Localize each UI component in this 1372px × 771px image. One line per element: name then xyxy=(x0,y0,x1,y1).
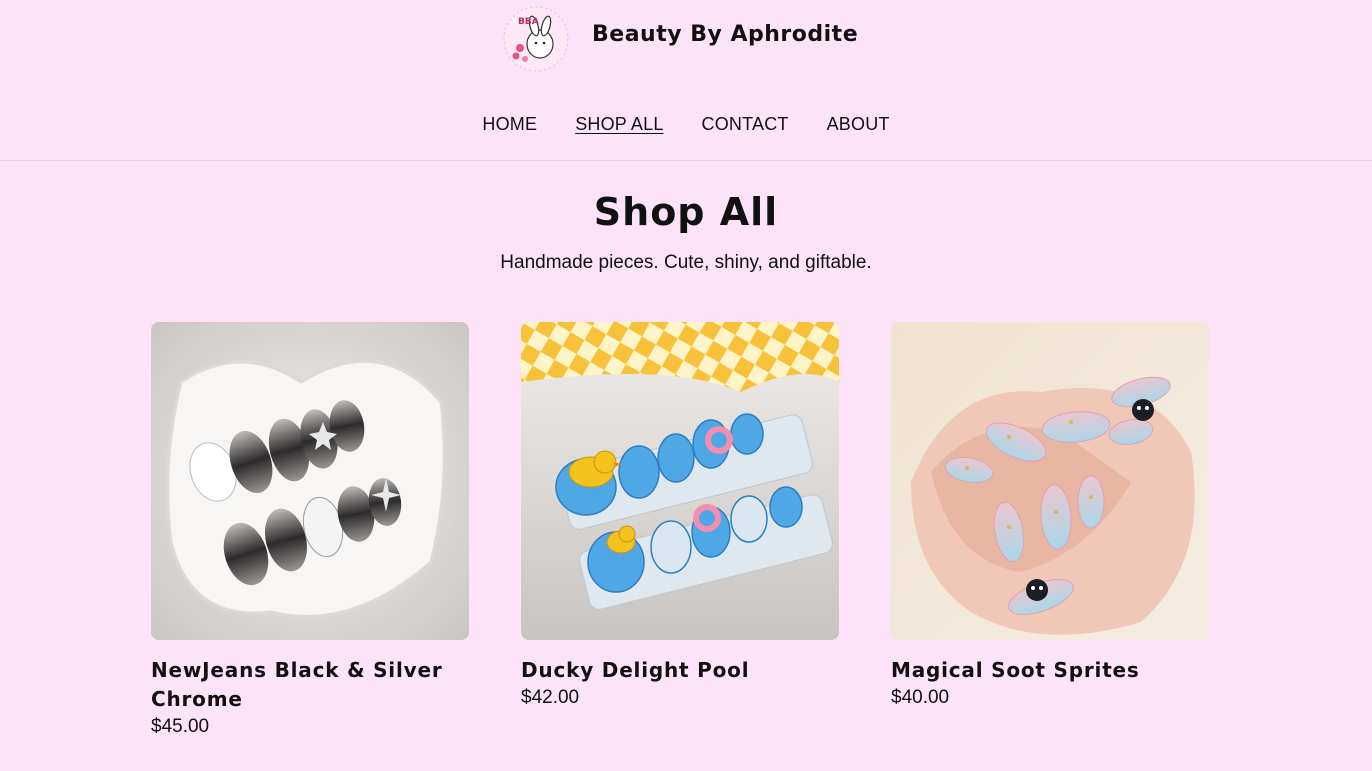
product-image[interactable] xyxy=(151,322,469,640)
product-card: NewJeans Black & Silver Chrome $45.00 xyxy=(151,322,469,738)
brand-logo[interactable]: BBA xyxy=(500,4,572,74)
page-subtitle: Handmade pieces. Cute, shiny, and giftab… xyxy=(500,252,872,273)
product-image[interactable] xyxy=(521,322,839,640)
product-price: $40.00 xyxy=(891,687,950,708)
nav-shop-all[interactable]: SHOP ALL xyxy=(575,114,663,135)
product-card: Ducky Delight Pool $42.00 xyxy=(521,322,839,709)
bunny-logo-icon: BBA xyxy=(503,6,569,72)
product-price: $42.00 xyxy=(521,687,580,708)
product-name[interactable]: Magical Soot Sprites xyxy=(891,656,1209,685)
product-name[interactable]: Ducky Delight Pool xyxy=(521,656,839,685)
product-name[interactable]: NewJeans Black & Silver Chrome xyxy=(151,656,469,714)
product-image[interactable] xyxy=(891,322,1209,640)
brand-name[interactable]: Beauty By Aphrodite xyxy=(592,22,858,47)
svg-text:BBA: BBA xyxy=(518,17,539,27)
nav-about[interactable]: ABOUT xyxy=(827,114,890,135)
nav-contact[interactable]: CONTACT xyxy=(702,114,789,135)
product-price: $45.00 xyxy=(151,716,210,737)
main-nav: HOME SHOP ALL CONTACT ABOUT xyxy=(0,114,1372,135)
product-card: Magical Soot Sprites $40.00 xyxy=(891,322,1209,709)
site-header: BBA Beauty By Aphrodite HOME SHOP ALL CO… xyxy=(0,0,1372,161)
page-title: Shop All xyxy=(593,190,779,234)
nav-home[interactable]: HOME xyxy=(482,114,537,135)
